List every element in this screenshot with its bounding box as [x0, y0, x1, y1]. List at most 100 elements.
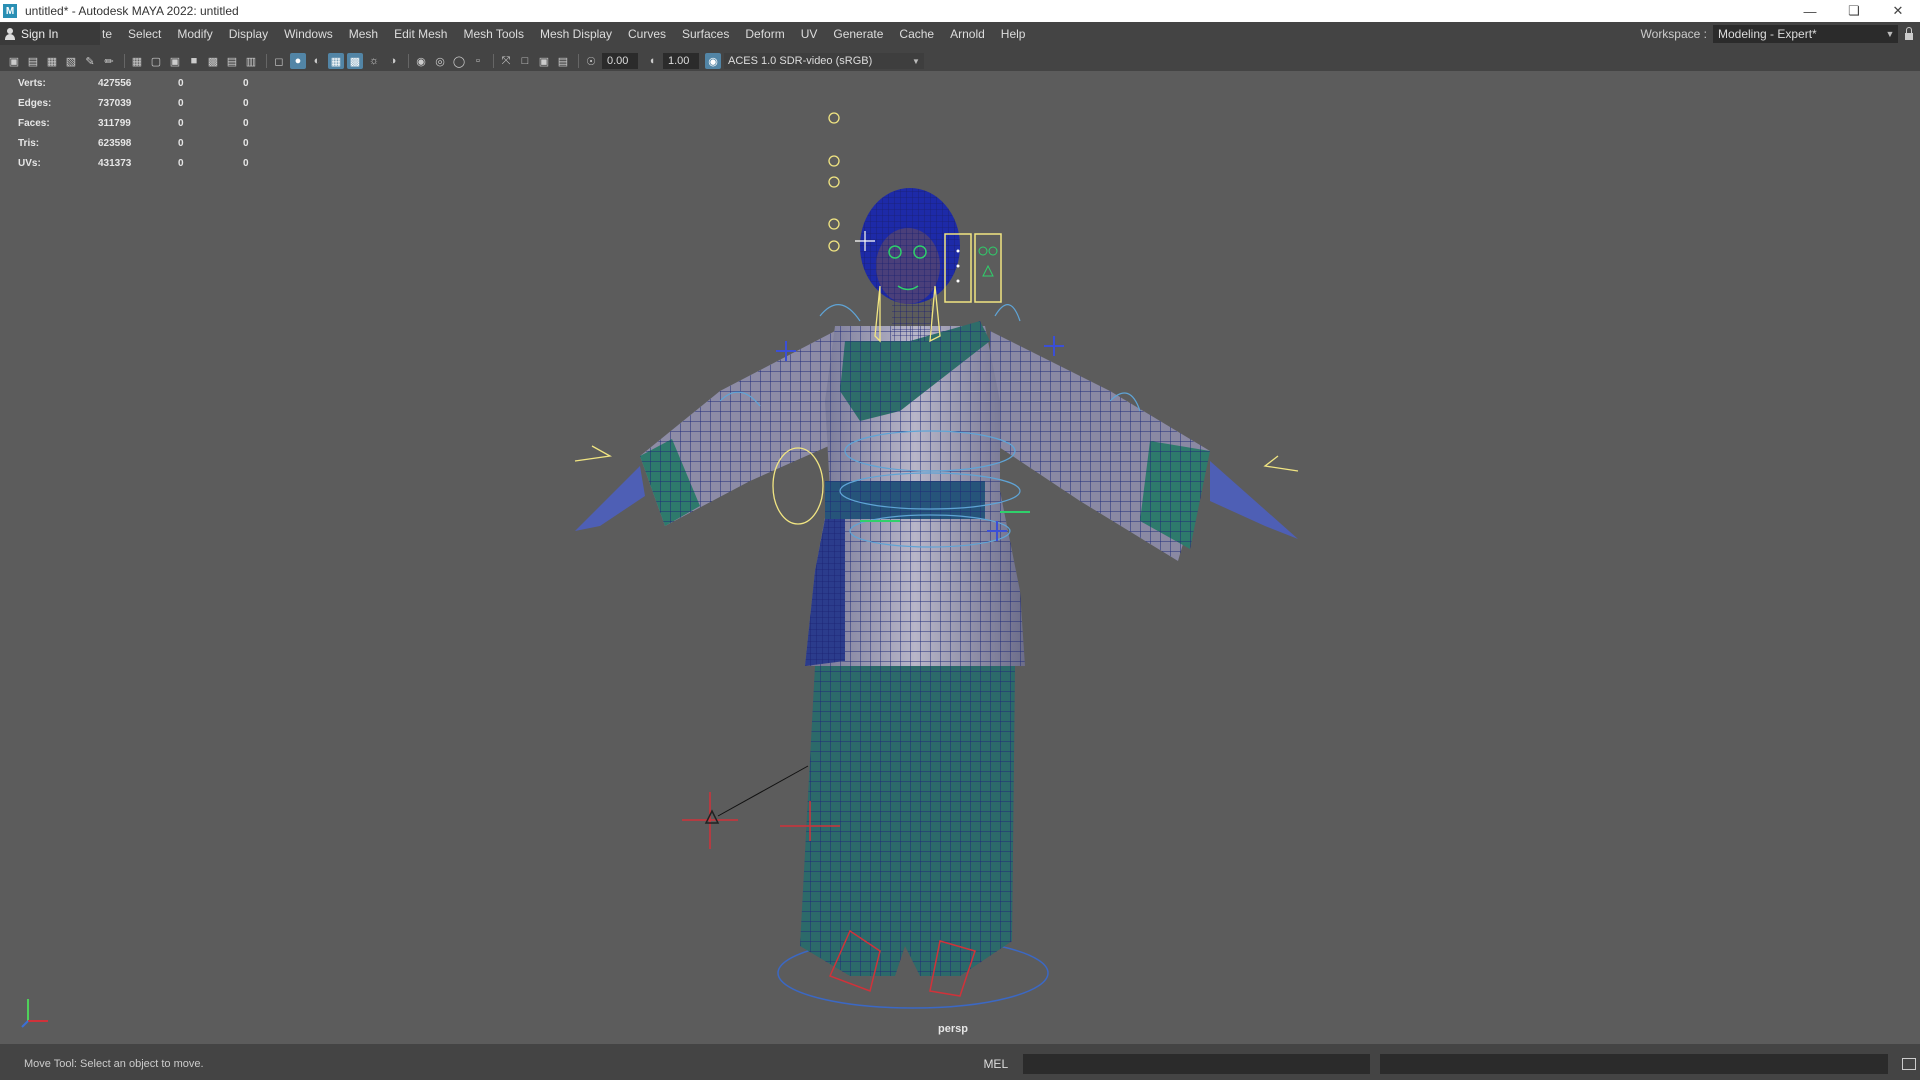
menu-item-select[interactable]: Select [120, 27, 169, 41]
title-bar: M untitled* - Autodesk MAYA 2022: untitl… [0, 0, 1920, 22]
lighting-icon[interactable]: ☼ [366, 53, 382, 69]
field-chart-icon[interactable]: ▩ [205, 53, 221, 69]
bookmark-icon[interactable]: ▦ [44, 53, 60, 69]
depth-of-field-icon[interactable]: ▫ [470, 53, 486, 69]
restore-icon[interactable]: ❏ [1832, 0, 1876, 22]
hud-value: 0 [243, 157, 249, 169]
smooth-shade-icon[interactable]: ● [290, 53, 306, 69]
menu-item-surfaces[interactable]: Surfaces [674, 27, 737, 41]
minimize-icon[interactable]: — [1788, 0, 1832, 22]
2d-pan-zoom-icon[interactable]: ✎ [82, 53, 98, 69]
main-menu-bar: Sign In te Select Modify Display Windows… [0, 22, 1920, 46]
isolate-select-icon[interactable]: ⤧ [498, 53, 514, 69]
backface-culling-icon[interactable]: ▤ [555, 53, 571, 69]
color-management-icon[interactable]: ◉ [705, 53, 721, 69]
menu-item-edit-mesh[interactable]: Edit Mesh [386, 27, 455, 41]
toolbar-divider [578, 54, 579, 68]
mel-result-field [1379, 1054, 1889, 1074]
xray-icon[interactable]: □ [517, 53, 533, 69]
menu-item-mesh[interactable]: Mesh [341, 27, 386, 41]
menu-item-generate[interactable]: Generate [825, 27, 891, 41]
menu-item-cache[interactable]: Cache [891, 27, 942, 41]
grease-pencil-icon[interactable]: ✏ [101, 53, 117, 69]
camera-select-icon[interactable]: ▣ [6, 53, 22, 69]
menu-item-windows[interactable]: Windows [276, 27, 341, 41]
textured-icon[interactable]: ▩ [347, 53, 363, 69]
mel-command-input[interactable] [1023, 1054, 1370, 1074]
toolbar-divider [408, 54, 409, 68]
default-material-icon[interactable]: ◐ [309, 53, 325, 69]
motion-blur-icon[interactable]: ◎ [432, 53, 448, 69]
close-icon[interactable]: ✕ [1876, 0, 1920, 22]
hud-value: 0 [178, 157, 184, 169]
hud-value: 737039 [98, 97, 132, 109]
image-plane-icon[interactable]: ▧ [63, 53, 79, 69]
hud-value: 0 [243, 77, 249, 89]
toolbar-divider [493, 54, 494, 68]
lock-icon[interactable] [1898, 22, 1920, 46]
safe-title-icon[interactable]: ▥ [243, 53, 259, 69]
hud-value: 0 [178, 137, 184, 149]
help-line-bar: Move Tool: Select an object to move. MEL [0, 1052, 1920, 1076]
menu-item-deform[interactable]: Deform [737, 27, 792, 41]
hud-value: 431373 [98, 157, 132, 169]
gate-mask-icon[interactable]: ■ [186, 53, 202, 69]
exposure-field[interactable]: 0.00 [602, 53, 638, 69]
menu-item-uv[interactable]: UV [793, 27, 826, 41]
help-line-message: Move Tool: Select an object to move. [24, 1058, 204, 1070]
workspace-value: Modeling - Expert* [1718, 27, 1817, 41]
chevron-down-icon: ▼ [912, 56, 920, 66]
shadows-icon[interactable]: ◑ [385, 53, 401, 69]
gamma-icon[interactable]: ◖ [644, 53, 660, 69]
menu-item-curves[interactable]: Curves [620, 27, 674, 41]
resolution-gate-icon[interactable]: ▣ [167, 53, 183, 69]
menu-item-help[interactable]: Help [993, 27, 1034, 41]
hud-label: Verts: [18, 77, 46, 89]
menu-item-mesh-display[interactable]: Mesh Display [532, 27, 620, 41]
viewport-toolbar: ▣ ▤ ▦ ▧ ✎ ✏ ▦ ▢ ▣ ■ ▩ ▤ ▥ ◻ ● ◐ ▦ ▩ ☼ ◑ … [0, 51, 1920, 71]
hud-label: Tris: [18, 137, 40, 149]
safe-action-icon[interactable]: ▤ [224, 53, 240, 69]
camera-attributes-icon[interactable]: ▤ [25, 53, 41, 69]
wireframe-on-shaded-icon[interactable]: ▦ [328, 53, 344, 69]
anti-aliasing-icon[interactable]: ◯ [451, 53, 467, 69]
axis-gizmo-icon [21, 999, 48, 1028]
hud-row-edges: Edges: 737039 0 0 [18, 93, 273, 113]
film-gate-icon[interactable]: ▢ [148, 53, 164, 69]
hud-value: 0 [178, 97, 184, 109]
wireframe-icon[interactable]: ◻ [271, 53, 287, 69]
view-transform-value: ACES 1.0 SDR-video (sRGB) [728, 55, 873, 67]
workspace-label: Workspace : [1640, 27, 1707, 41]
right-sleeve-mesh [990, 331, 1298, 561]
grid-icon[interactable]: ▦ [129, 53, 145, 69]
workspace-dropdown[interactable]: Modeling - Expert* ▼ [1713, 25, 1898, 43]
script-editor-icon[interactable] [1898, 1054, 1920, 1074]
workspace-selector: Workspace : Modeling - Expert* ▼ [1641, 22, 1920, 46]
menu-item-display[interactable]: Display [221, 27, 276, 41]
viewport-persp[interactable]: Verts: 427556 0 0 Edges: 737039 0 0 Face… [0, 71, 1920, 1044]
xray-joints-icon[interactable]: ▣ [536, 53, 552, 69]
gamma-field[interactable]: 1.00 [663, 53, 699, 69]
hud-value: 311799 [98, 117, 131, 129]
sign-in-label: Sign In [21, 27, 59, 41]
ambient-occlusion-icon[interactable]: ◉ [413, 53, 429, 69]
robe-mesh [805, 321, 1025, 666]
hud-value: 427556 [98, 77, 132, 89]
hud-label: UVs: [18, 157, 41, 169]
toolbar-divider [266, 54, 267, 68]
toolbar-divider [124, 54, 125, 68]
menu-item-modify[interactable]: Modify [169, 27, 220, 41]
command-language-toggle[interactable]: MEL [983, 1057, 1023, 1071]
neck-mesh [892, 301, 932, 341]
menu-item-mesh-tools[interactable]: Mesh Tools [455, 27, 531, 41]
menu-item-file-partial[interactable]: te [100, 27, 120, 41]
view-transform-dropdown[interactable]: ACES 1.0 SDR-video (sRGB) ▼ [724, 53, 924, 69]
user-icon [4, 28, 16, 40]
hud-value: 0 [243, 137, 249, 149]
hud-row-verts: Verts: 427556 0 0 [18, 73, 273, 93]
exposure-icon[interactable]: ☉ [583, 53, 599, 69]
hud-value: 623598 [98, 137, 132, 149]
hud-label: Edges: [18, 97, 52, 109]
menu-item-arnold[interactable]: Arnold [942, 27, 993, 41]
sign-in-button[interactable]: Sign In [0, 23, 100, 45]
